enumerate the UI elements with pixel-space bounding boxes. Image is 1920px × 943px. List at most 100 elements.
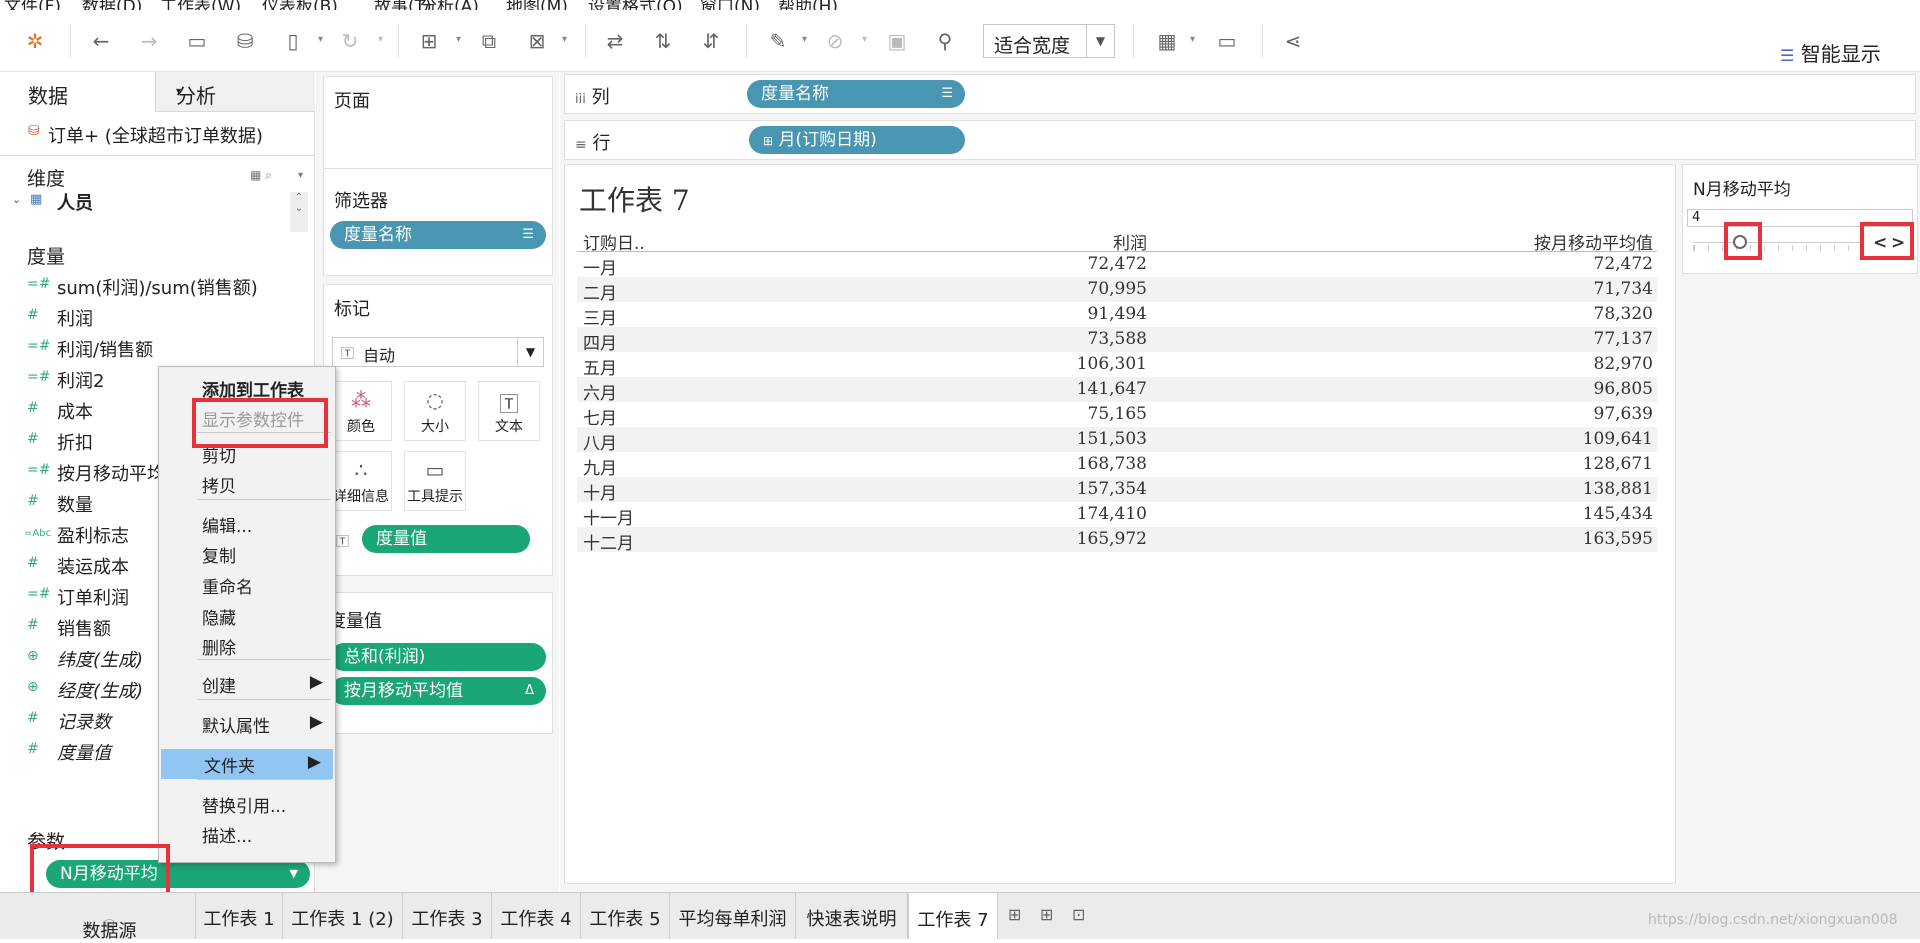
context-menu-item[interactable]: 描述... xyxy=(159,819,335,849)
dropdown-arrow-icon[interactable]: ▾ xyxy=(862,34,867,45)
sheet-tab[interactable]: 工作表 7 xyxy=(908,893,998,939)
sheet-tab[interactable]: 工作表 1 (2) xyxy=(283,893,403,939)
slider-track[interactable] xyxy=(1693,242,1865,243)
table-row[interactable]: 二月 70,995 71,734 xyxy=(577,277,1657,304)
dropdown-arrow-icon[interactable]: ▾ xyxy=(802,34,807,45)
header-order-date[interactable]: 订购日.. xyxy=(583,229,645,254)
save-icon[interactable]: ▭ xyxy=(182,26,212,56)
context-menu-item[interactable]: 默认属性 ▶ xyxy=(159,709,335,739)
table-row[interactable]: 一月 72,472 72,472 xyxy=(577,252,1657,279)
mark-button[interactable]: ▭ 工具提示 xyxy=(404,451,466,511)
swap-icon[interactable]: ⇄ xyxy=(600,26,630,56)
pin-icon[interactable]: ⚲ xyxy=(930,26,960,56)
table-row[interactable]: 七月 75,165 97,639 xyxy=(577,402,1657,429)
table-row[interactable]: 十月 157,354 138,881 xyxy=(577,477,1657,504)
mark-button[interactable]: 🅃 文本 xyxy=(478,381,540,441)
table-row[interactable]: 十二月 165,972 163,595 xyxy=(577,527,1657,554)
filters-card[interactable]: 筛选器 度量名称 ☰ xyxy=(323,168,553,276)
menu-item[interactable]: 工作表(W) xyxy=(160,0,241,10)
presentation-icon[interactable]: ▭ xyxy=(1212,26,1242,56)
sort-asc-icon[interactable]: ⇅ xyxy=(648,26,678,56)
menu-item[interactable]: 仪表板(B) xyxy=(262,0,338,10)
measure-field[interactable]: # 利润 xyxy=(0,303,315,333)
menu-item[interactable]: 文件(F) xyxy=(4,0,61,10)
dropdown-arrow-icon[interactable]: ▾ xyxy=(1190,34,1195,45)
group-icon[interactable]: ⊘ xyxy=(820,26,850,56)
redo-icon[interactable]: → xyxy=(134,26,164,56)
label-icon[interactable]: ▣ xyxy=(882,26,912,56)
rows-shelf[interactable]: ≡ 行 ⊞ 月(订购日期) xyxy=(564,120,1916,160)
pages-card[interactable]: 页面 xyxy=(323,76,553,176)
rows-pill[interactable]: ⊞ 月(订购日期) xyxy=(749,126,965,154)
sheet-tab[interactable]: 工作表 1 xyxy=(196,893,283,939)
new-sheet-icon[interactable]: ⊞ xyxy=(414,26,444,56)
measure-value-pill[interactable]: 按月移动平均值 Δ xyxy=(330,677,546,705)
view-toggle-icon[interactable]: ▦ ⌕ xyxy=(250,168,272,183)
chevron-down-icon[interactable]: ▼ xyxy=(1086,25,1114,57)
dropdown-arrow-icon[interactable]: ▾ xyxy=(456,34,461,45)
marks-text-pill[interactable]: 度量值 xyxy=(362,525,530,553)
context-menu-item[interactable]: 复制 xyxy=(159,539,335,569)
table-row[interactable]: 八月 151,503 109,641 xyxy=(577,427,1657,454)
menu-item[interactable]: 数据(D) xyxy=(82,0,142,10)
context-menu-item[interactable]: 重命名 xyxy=(159,570,335,600)
show-me-button[interactable]: ☰ 智能显示 xyxy=(1780,38,1881,67)
tableau-logo-icon[interactable]: ✲ xyxy=(20,26,50,56)
sheet-tab[interactable]: 工作表 3 xyxy=(403,893,492,939)
table-row[interactable]: 十一月 174,410 145,434 xyxy=(577,502,1657,529)
chevron-down-icon[interactable]: ▾ xyxy=(176,86,305,97)
new-datasource-icon[interactable]: ⛁ xyxy=(230,26,260,56)
clear-sheet-icon[interactable]: ⊠ xyxy=(522,26,552,56)
mark-button[interactable]: ⁂ 颜色 xyxy=(330,381,392,441)
highlight-icon[interactable]: ✎ xyxy=(763,26,793,56)
dimension-folder[interactable]: 人员 xyxy=(57,189,93,215)
chevron-down-icon[interactable]: ▼ xyxy=(517,338,543,366)
new-worksheet-icon[interactable]: ⊞ xyxy=(1008,905,1021,924)
measure-value-pill[interactable]: 总和(利润) xyxy=(330,643,546,671)
table-row[interactable]: 五月 106,301 82,970 xyxy=(577,352,1657,379)
mark-type-dropdown[interactable]: 🅃 自动 ▼ xyxy=(332,337,544,367)
columns-shelf[interactable]: iii 列 度量名称 ☰ xyxy=(564,74,1916,114)
mark-button[interactable]: ∴ 详细信息 xyxy=(330,451,392,511)
chevron-down-icon[interactable]: ▾ xyxy=(298,170,303,181)
table-row[interactable]: 六月 141,647 96,805 xyxy=(577,377,1657,404)
table-row[interactable]: 九月 168,738 128,671 xyxy=(577,452,1657,479)
duplicate-sheet-icon[interactable]: ⧉ xyxy=(474,26,504,56)
new-dashboard-icon[interactable]: ⊞ xyxy=(1040,905,1053,924)
sheet-tab[interactable]: 工作表 5 xyxy=(581,893,670,939)
context-menu-item[interactable]: 创建 ▶ xyxy=(159,669,335,699)
tab-analysis[interactable]: 分析 ▾ xyxy=(155,72,315,112)
share-icon[interactable]: ⋖ xyxy=(1278,26,1308,56)
tab-data[interactable]: 数据 xyxy=(0,72,155,112)
fit-dropdown[interactable]: 适合宽度 ▼ xyxy=(983,24,1115,58)
measure-field[interactable]: =# 利润/销售额 xyxy=(0,334,315,364)
filter-pill[interactable]: 度量名称 ☰ xyxy=(330,221,546,249)
context-menu-item[interactable]: 编辑... xyxy=(159,509,335,539)
context-menu-item[interactable]: 拷贝 xyxy=(159,469,335,499)
context-menu-item[interactable]: 文件夹 ▶ xyxy=(161,749,333,779)
columns-pill[interactable]: 度量名称 ☰ xyxy=(747,80,965,108)
datasource-name[interactable]: 订单+ (全球超市订单数据) xyxy=(48,122,263,148)
chevron-down-icon[interactable]: ⌄ xyxy=(12,193,21,206)
menu-item[interactable]: 窗口(N) xyxy=(700,0,760,10)
scrollbar[interactable]: ⌃ ⌄ xyxy=(290,192,308,232)
menu-item[interactable]: 分析(A) xyxy=(420,0,479,10)
expand-icon[interactable]: ⊞ xyxy=(763,134,773,148)
refresh-icon[interactable]: ↻ xyxy=(335,26,365,56)
pause-update-icon[interactable]: ▯ xyxy=(278,26,308,56)
menu-item[interactable]: 帮助(H) xyxy=(778,0,838,10)
header-profit[interactable]: 利润 xyxy=(1113,229,1147,254)
dropdown-arrow-icon[interactable]: ▾ xyxy=(562,34,567,45)
tab-datasource[interactable]: ⛁ 数据源 xyxy=(0,893,196,942)
context-menu-item[interactable]: 替换引用... xyxy=(159,789,335,819)
sheet-tab[interactable]: 快速表说明 xyxy=(796,893,908,939)
menu-item[interactable]: 设置格式(O) xyxy=(588,0,683,10)
header-moving-avg[interactable]: 按月移动平均值 xyxy=(1534,229,1653,254)
context-menu-item[interactable]: 隐藏 xyxy=(159,601,335,631)
sheet-tab[interactable]: 平均每单利润 xyxy=(670,893,796,939)
undo-icon[interactable]: ← xyxy=(86,26,116,56)
sheet-tab[interactable]: 工作表 4 xyxy=(492,893,581,939)
chevron-down-icon[interactable]: ▼ xyxy=(290,860,298,888)
menu-item[interactable]: 地图(M) xyxy=(506,0,568,10)
show-cards-icon[interactable]: ▦ xyxy=(1152,26,1182,56)
